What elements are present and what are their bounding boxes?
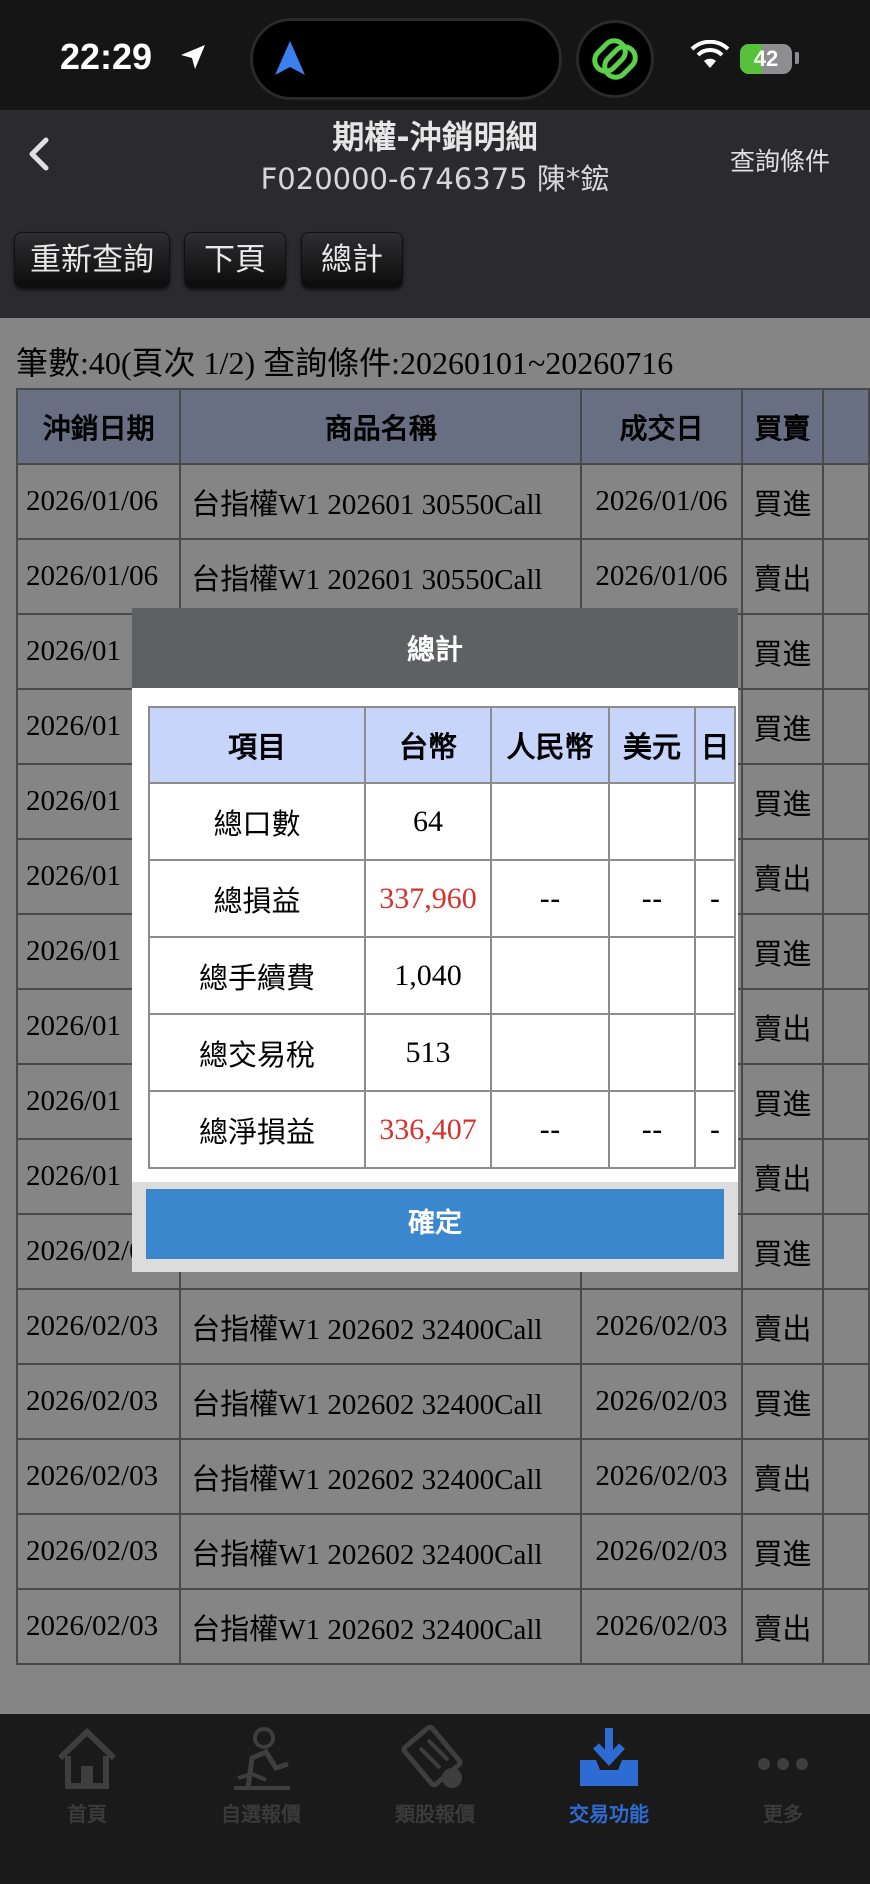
summary-usd-value [608,1013,696,1092]
summary-twd-value: 337,960 [364,859,492,938]
summary-row: 總損益 337,960 -- -- - [148,859,736,938]
stock-category-icon [401,1724,463,1788]
summary-usd-value [608,936,696,1015]
tab-home[interactable]: 首頁 [0,1714,174,1884]
tab-bar: 首頁 自選報價 類股報價 交易功能 更多 [0,1714,870,1884]
query-conditions-button[interactable]: 查詢條件 [730,142,830,178]
summary-jpy-value [694,936,736,1015]
toolbar: 重新查詢 下頁 總計 [0,200,870,319]
summary-item-label: 總交易稅 [148,1013,366,1092]
summary-row: 總手續費 1,040 [148,936,736,1015]
summary-header-row: 項目 台幣 人民幣 美元 日 [148,706,736,784]
tab-trading-functions[interactable]: 交易功能 [522,1714,696,1884]
battery-cap [795,52,799,64]
summary-twd-value: 336,407 [364,1090,492,1169]
summary-twd-value: 64 [364,782,492,861]
summary-cny-value: -- [490,859,610,938]
wifi-icon [690,40,730,68]
summary-table: 項目 台幣 人民幣 美元 日 總口數 64 總損益 337,960 -- -- - 總手續費 1… [148,706,736,1169]
tab-label: 首頁 [67,1802,107,1826]
total-summary-dialog: 總計 項目 台幣 人民幣 美元 日 總口數 64 總損益 337,960 -- -- - 總手… [132,608,738,1272]
summary-row: 總交易稅 513 [148,1013,736,1092]
summary-item-label: 總手續費 [148,936,366,1015]
link-chain-icon [592,38,638,80]
summary-item-label: 總口數 [148,782,366,861]
summary-usd-value: -- [608,1090,696,1169]
dialog-title: 總計 [132,608,738,688]
summary-col-item: 項目 [148,706,366,784]
summary-cny-value [490,936,610,1015]
battery-percent: 42 [753,46,779,71]
trade-tray-icon [580,1728,638,1786]
summary-twd-value: 513 [364,1013,492,1092]
more-dots-icon [758,1758,808,1770]
status-bar: 22:29 42 [0,0,870,110]
person-chart-icon [234,1727,290,1790]
tab-more[interactable]: 更多 [696,1714,870,1884]
summary-col-usd: 美元 [608,706,696,784]
location-arrow-icon [181,45,205,69]
dialog-body: 項目 台幣 人民幣 美元 日 總口數 64 總損益 337,960 -- -- - 總手續費 1… [132,688,738,1182]
summary-jpy-value [694,782,736,861]
summary-cny-value [490,782,610,861]
summary-jpy-value: - [694,859,736,938]
summary-jpy-value [694,1013,736,1092]
summary-cny-value [490,1013,610,1092]
summary-usd-value: -- [608,859,696,938]
summary-col-cny: 人民幣 [490,706,610,784]
summary-col-jpy: 日 [694,706,736,784]
status-time: 22:29 [60,36,153,77]
tab-label: 自選報價 [221,1802,301,1826]
summary-col-twd: 台幣 [364,706,492,784]
tab-label: 更多 [763,1802,803,1826]
link-activity-indicator [576,20,654,98]
tab-label: 類股報價 [395,1802,475,1826]
summary-cny-value: -- [490,1090,610,1169]
summary-item-label: 總損益 [148,859,366,938]
tab-label: 交易功能 [569,1802,649,1826]
summary-twd-value: 1,040 [364,936,492,1015]
navigation-icon [275,41,305,75]
total-button[interactable]: 總計 [301,232,403,288]
home-icon [57,1727,117,1789]
confirm-button[interactable]: 確定 [146,1189,724,1259]
summary-row: 總口數 64 [148,782,736,861]
summary-item-label: 總淨損益 [148,1090,366,1169]
requery-button[interactable]: 重新查詢 [14,232,170,288]
tab-watchlist-quotes[interactable]: 自選報價 [174,1714,348,1884]
dynamic-island [250,18,562,100]
summary-jpy-value: - [694,1090,736,1169]
summary-usd-value [608,782,696,861]
nav-bar: 期權-沖銷明細 F020000-6746375 陳*鋐 查詢條件 [0,110,870,200]
next-page-button[interactable]: 下頁 [184,232,286,288]
battery-indicator: 42 [740,44,792,74]
summary-row: 總淨損益 336,407 -- -- - [148,1090,736,1169]
tab-sector-quotes[interactable]: 類股報價 [348,1714,522,1884]
